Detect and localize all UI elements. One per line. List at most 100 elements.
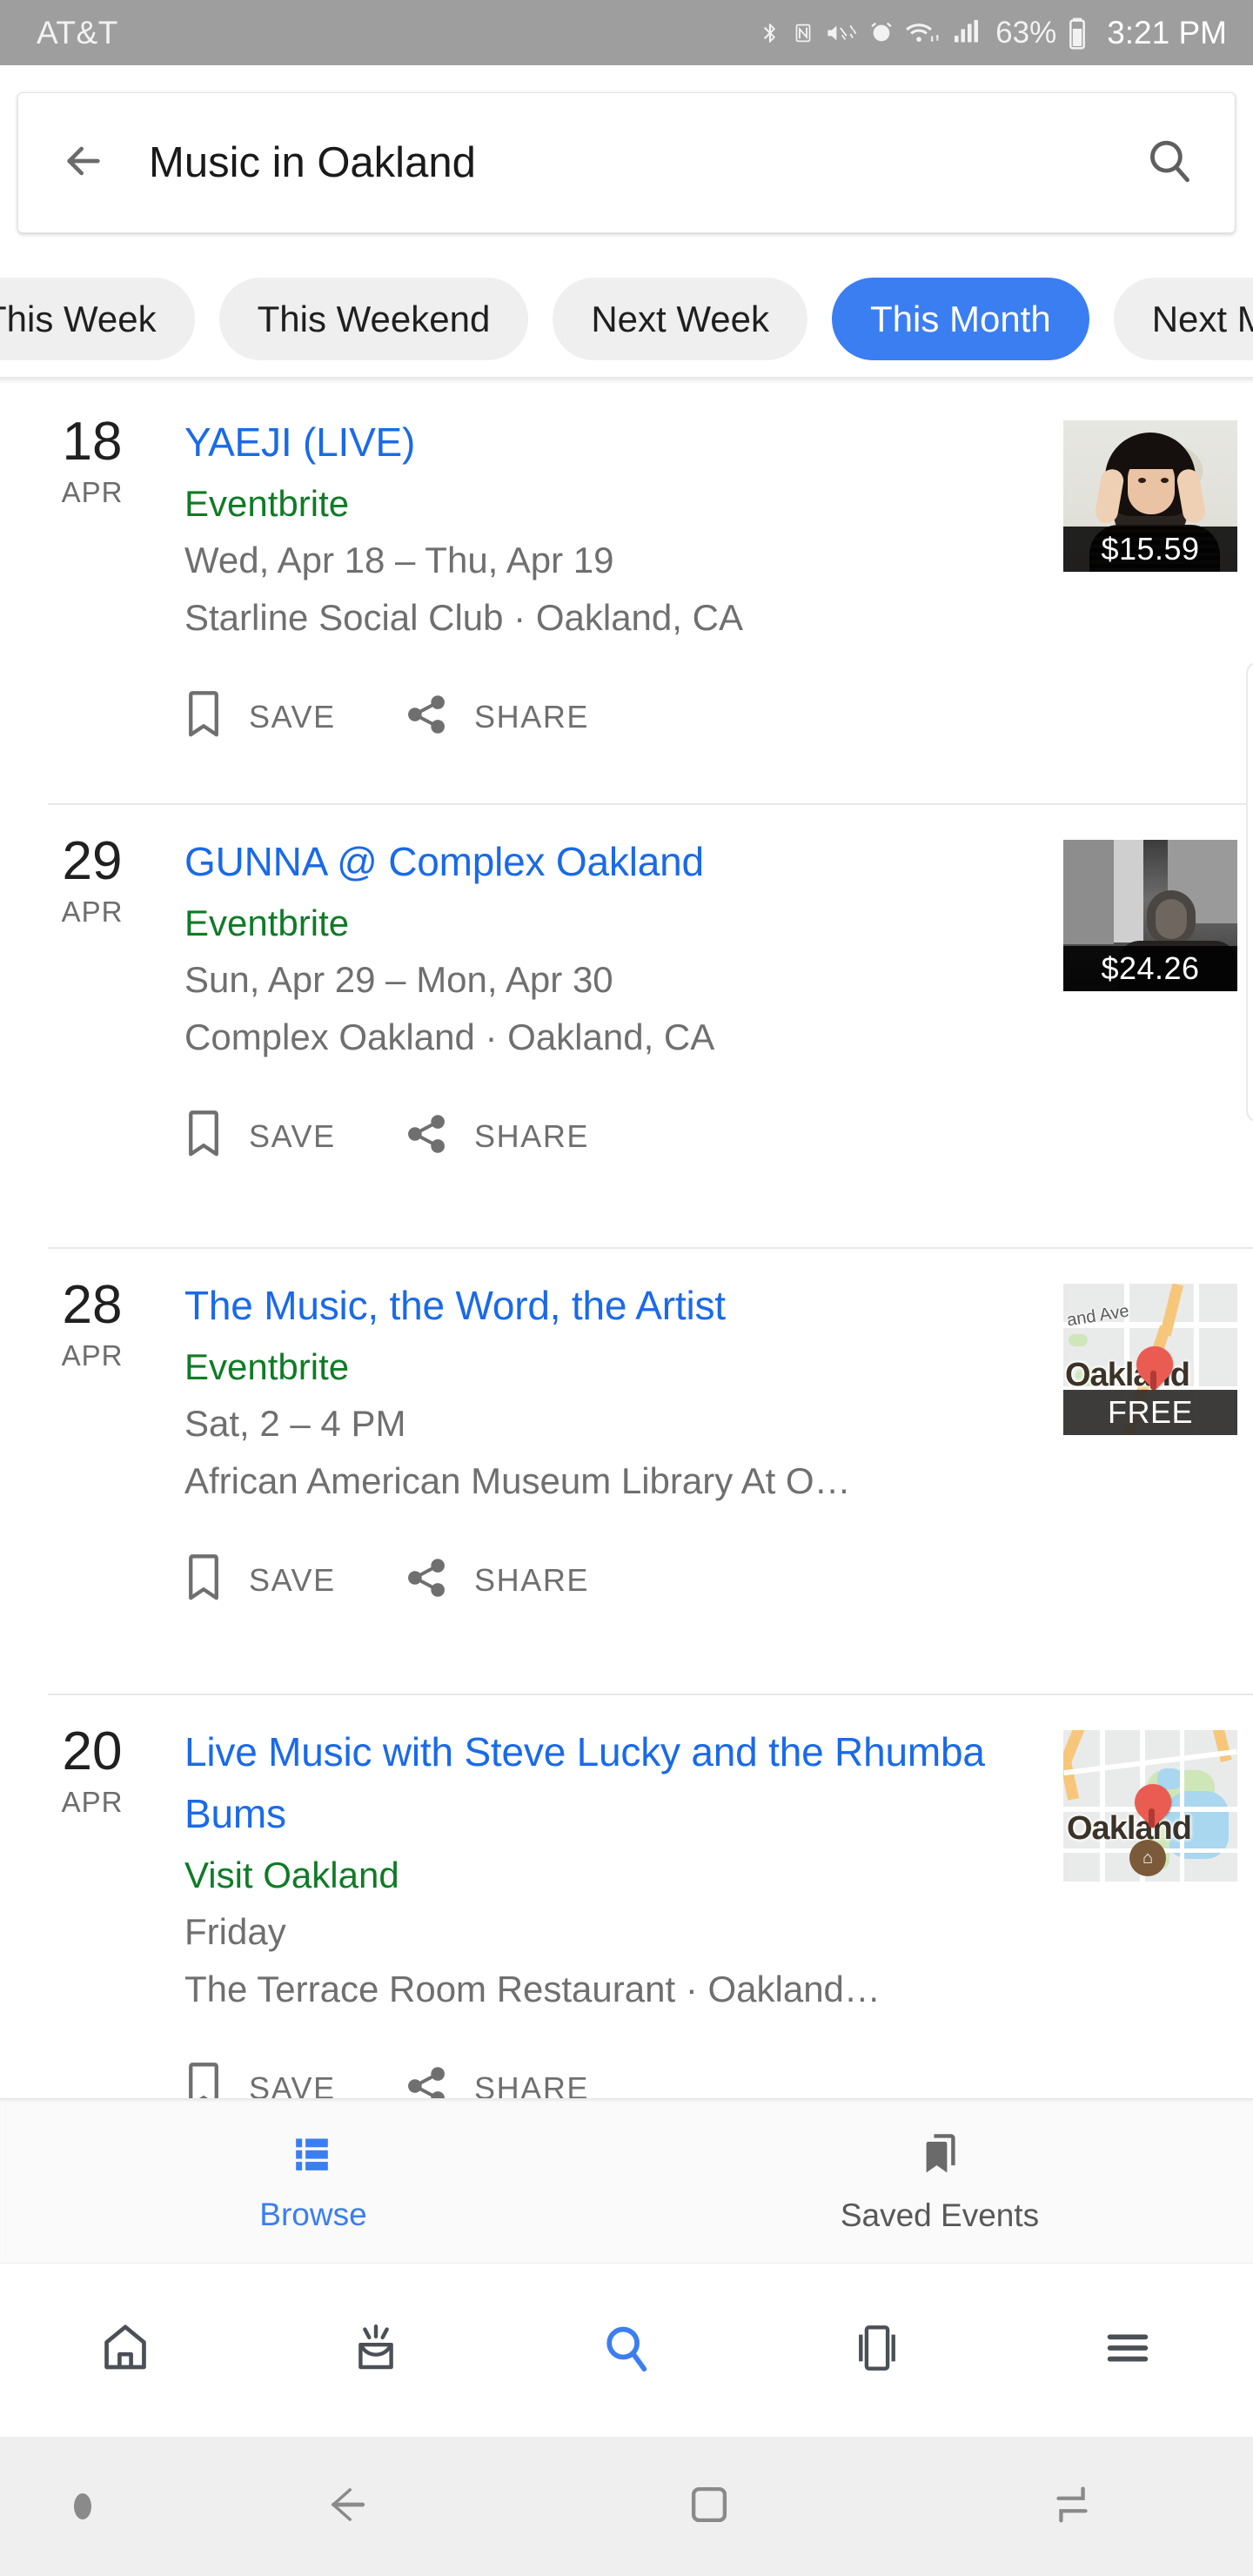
carrier-label: AT&T <box>37 14 118 50</box>
event-title[interactable]: YAEJI (LIVE) <box>184 412 968 473</box>
share-button[interactable]: SHARE <box>405 691 589 742</box>
event-date: 28 APR <box>0 1247 184 1694</box>
chipbar-shadow <box>0 377 1253 384</box>
event-thumbnail[interactable]: and Ave Oakland FREE <box>1063 1284 1237 1435</box>
event-thumbnail[interactable]: $15.59 <box>1063 420 1237 572</box>
back-icon <box>318 2477 374 2537</box>
event-title[interactable]: GUNNA @ Complex Oakland <box>184 831 968 893</box>
android-recents-button[interactable] <box>890 2479 1253 2534</box>
keyboard-hide-button[interactable] <box>0 2493 165 2519</box>
back-button[interactable] <box>18 137 149 190</box>
event-source: Visit Oakland <box>184 1855 399 1895</box>
event-thumbnail-wrap[interactable]: Oakland ⌂ <box>1063 1694 1237 2098</box>
browser-toolbar <box>0 2263 1253 2437</box>
wifi-icon <box>905 17 940 49</box>
event-thumbnail[interactable]: $24.26 <box>1063 840 1237 991</box>
android-home-button[interactable] <box>528 2479 891 2534</box>
card-divider <box>48 1247 1253 1249</box>
event-thumbnail-wrap[interactable]: $15.59 <box>1063 384 1237 803</box>
event-body: YAEJI (LIVE) Eventbrite Wed, Apr 18 – Th… <box>184 384 1063 803</box>
browser-search-button[interactable] <box>501 2319 752 2381</box>
event-card[interactable]: 28 APR The Music, the Word, the Artist E… <box>0 1247 1253 1694</box>
save-button[interactable]: SAVE <box>184 1110 405 1163</box>
card-divider <box>48 1694 1253 1695</box>
discover-icon <box>347 2319 405 2381</box>
android-navigation-bar <box>0 2437 1253 2576</box>
event-datetime: Sun, Apr 29 – Mon, Apr 30 <box>184 959 613 1000</box>
event-card[interactable]: 20 APR Live Music with Steve Lucky and t… <box>0 1694 1253 2109</box>
map-city-label: Oakland <box>1067 1810 1192 1847</box>
card-divider <box>48 803 1253 805</box>
event-day: 28 <box>62 1275 123 1335</box>
signal-icon <box>951 17 984 49</box>
home-icon <box>97 2319 154 2381</box>
event-card[interactable]: 29 APR GUNNA @ Complex Oakland Eventbrit… <box>0 803 1253 1247</box>
search-icon <box>598 2319 655 2381</box>
page-scroll-edge[interactable] <box>1246 661 1253 1123</box>
share-button[interactable]: SHARE <box>405 1554 589 1606</box>
alarm-icon <box>869 17 894 50</box>
android-back-button[interactable] <box>165 2477 528 2537</box>
keyboard-hide-dot-icon <box>74 2493 91 2519</box>
battery-icon <box>1068 16 1087 50</box>
event-title[interactable]: The Music, the Word, the Artist <box>184 1275 968 1337</box>
save-button[interactable]: SAVE <box>184 1553 405 1607</box>
tab-browse[interactable]: Browse <box>0 2099 626 2263</box>
event-source: Eventbrite <box>184 1346 350 1387</box>
browser-tabs-button[interactable] <box>752 2319 1002 2381</box>
museum-poi-icon: ⌂ <box>1129 1840 1166 1876</box>
price-badge: $24.26 <box>1063 946 1237 991</box>
event-day: 29 <box>62 831 123 891</box>
event-results-list: 18 APR YAEJI (LIVE) Eventbrite Wed, Apr … <box>0 384 1253 2109</box>
event-date: 18 APR <box>0 384 184 803</box>
map-thumbnail: Oakland ⌂ <box>1063 1730 1237 1882</box>
status-bar: AT&T 63% 3:21 PM <box>0 0 1253 65</box>
chip-next-week[interactable]: Next Week <box>553 278 807 360</box>
chip-this-month[interactable]: This Month <box>831 278 1089 360</box>
chip-this-week[interactable]: This Week <box>0 278 195 360</box>
event-actions: SAVE SHARE <box>184 671 1046 762</box>
tab-saved-events[interactable]: Saved Events <box>626 2099 1253 2263</box>
search-input[interactable]: Music in Oakland <box>149 138 1104 187</box>
nfc-icon <box>793 17 814 49</box>
event-date: 20 APR <box>0 1694 184 2098</box>
browser-home-button[interactable] <box>0 2319 251 2381</box>
share-button[interactable]: SHARE <box>405 1110 589 1162</box>
list-view-icon <box>289 2130 338 2183</box>
recents-icon <box>1047 2479 1097 2534</box>
chip-next-month[interactable]: Next Month <box>1113 278 1253 360</box>
event-day: 20 <box>62 1721 123 1781</box>
search-bar[interactable]: Music in Oakland <box>17 92 1236 233</box>
menu-icon <box>1099 2319 1156 2381</box>
browser-menu-button[interactable] <box>1002 2319 1253 2381</box>
event-actions: SAVE SHARE <box>184 1534 1046 1626</box>
save-label: SAVE <box>249 1117 336 1154</box>
event-venue: Complex Oakland · Oakland, CA <box>184 1016 715 1057</box>
search-icon <box>1144 136 1195 191</box>
chip-this-weekend[interactable]: This Weekend <box>218 278 529 360</box>
event-actions: SAVE SHARE <box>184 1090 1046 1182</box>
bluetooth-icon <box>759 17 781 50</box>
clock-label: 3:21 PM <box>1107 14 1227 50</box>
event-datetime: Friday <box>184 1911 286 1952</box>
search-submit-button[interactable] <box>1104 136 1235 191</box>
bookmark-icon <box>184 1110 223 1163</box>
share-icon <box>405 691 448 742</box>
save-label: SAVE <box>249 698 336 735</box>
event-thumbnail[interactable]: Oakland ⌂ <box>1063 1730 1237 1882</box>
browser-discover-button[interactable] <box>251 2319 501 2381</box>
share-label: SHARE <box>474 698 590 735</box>
event-card[interactable]: 18 APR YAEJI (LIVE) Eventbrite Wed, Apr … <box>0 384 1253 803</box>
event-thumbnail-wrap[interactable]: $24.26 <box>1063 803 1237 1247</box>
share-label: SHARE <box>474 1117 590 1154</box>
phone-screen: AT&T 63% 3:21 PM Music in Oakland This W… <box>0 0 1253 2576</box>
bookmark-icon <box>184 1553 223 1607</box>
event-thumbnail-wrap[interactable]: and Ave Oakland FREE <box>1063 1247 1237 1694</box>
event-venue: Starline Social Club · Oakland, CA <box>184 597 743 638</box>
event-title[interactable]: Live Music with Steve Lucky and the Rhum… <box>184 1721 1002 1845</box>
event-datetime: Wed, Apr 18 – Thu, Apr 19 <box>184 540 614 580</box>
status-icons: 63% 3:21 PM <box>759 15 1227 51</box>
save-button[interactable]: SAVE <box>184 690 405 743</box>
event-body: The Music, the Word, the Artist Eventbri… <box>184 1247 1063 1694</box>
back-arrow-icon <box>59 137 108 190</box>
